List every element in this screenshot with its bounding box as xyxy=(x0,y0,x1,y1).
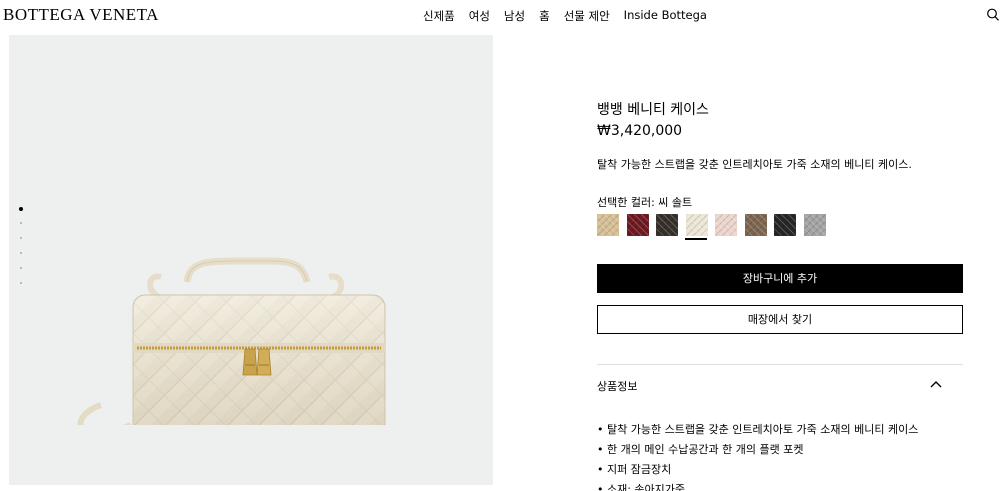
gallery-pagination xyxy=(18,207,24,297)
color-swatch-pink[interactable] xyxy=(715,214,737,236)
section-divider xyxy=(597,364,963,365)
color-swatch-brown[interactable] xyxy=(744,214,767,236)
product-details-list: • 탈착 가능한 스트랩을 갖춘 인트레치아토 가죽 소재의 베니티 케이스 •… xyxy=(597,420,963,491)
list-item: • 탈착 가능한 스트랩을 갖춘 인트레치아토 가죽 소재의 베니티 케이스 xyxy=(597,423,919,436)
gallery-dot[interactable] xyxy=(20,222,22,224)
gallery-dot[interactable] xyxy=(20,237,22,239)
color-swatch-dark-brown[interactable] xyxy=(656,214,678,236)
list-item: • 한 개의 메인 수납공간과 한 개의 플랫 포켓 xyxy=(597,443,804,456)
gallery-dot[interactable] xyxy=(20,267,22,269)
product-description: 탈착 가능한 스트랩을 갖춘 인트레치아토 가죽 소재의 베니티 케이스. xyxy=(597,158,912,171)
list-item: • 소재: 송아지가죽 xyxy=(597,483,686,491)
nav-item-new[interactable]: 신제품 xyxy=(423,8,455,24)
color-swatch-grey[interactable] xyxy=(803,214,826,236)
chevron-up-icon[interactable] xyxy=(930,380,942,388)
brand-logo[interactable]: BOTTEGA VENETA xyxy=(3,5,159,25)
list-item: • 지퍼 잠금장치 xyxy=(597,463,672,476)
color-swatch-black[interactable] xyxy=(774,214,796,236)
product-details-title: 상품정보 xyxy=(597,380,638,393)
color-swatch-burgundy[interactable] xyxy=(626,214,649,236)
nav-item-home[interactable]: 홈 xyxy=(539,8,550,24)
gallery-dot-active[interactable] xyxy=(19,207,23,211)
nav-item-inside-bottega[interactable]: Inside Bottega xyxy=(624,8,707,24)
product-details-accordion[interactable]: 상품정보 xyxy=(597,372,963,400)
color-swatch-sea-salt[interactable] xyxy=(685,214,708,236)
add-to-cart-button[interactable]: 장바구니에 추가 xyxy=(597,264,963,293)
color-swatches xyxy=(597,214,833,236)
product-price: ₩3,420,000 xyxy=(597,123,683,139)
search-icon[interactable] xyxy=(986,7,1000,23)
product-image-gallery[interactable] xyxy=(9,35,493,485)
gallery-dot[interactable] xyxy=(20,282,22,284)
product-title: 뱅뱅 베니티 케이스 xyxy=(597,102,709,118)
main-nav: 신제품 여성 남성 홈 선물 제안 Inside Bottega xyxy=(423,8,707,24)
site-header: BOTTEGA VENETA 신제품 여성 남성 홈 선물 제안 Inside … xyxy=(0,0,1000,34)
color-swatch-beige[interactable] xyxy=(597,214,619,236)
nav-item-gifts[interactable]: 선물 제안 xyxy=(564,8,610,24)
selected-swatch-indicator xyxy=(685,238,707,240)
find-in-store-button[interactable]: 매장에서 찾기 xyxy=(597,305,963,334)
nav-item-men[interactable]: 남성 xyxy=(504,8,525,24)
nav-item-women[interactable]: 여성 xyxy=(469,8,490,24)
selected-color-label: 선택한 컬러: 씨 솔트 xyxy=(597,196,693,209)
product-image-vanity-case xyxy=(77,257,386,425)
gallery-dot[interactable] xyxy=(20,252,22,254)
